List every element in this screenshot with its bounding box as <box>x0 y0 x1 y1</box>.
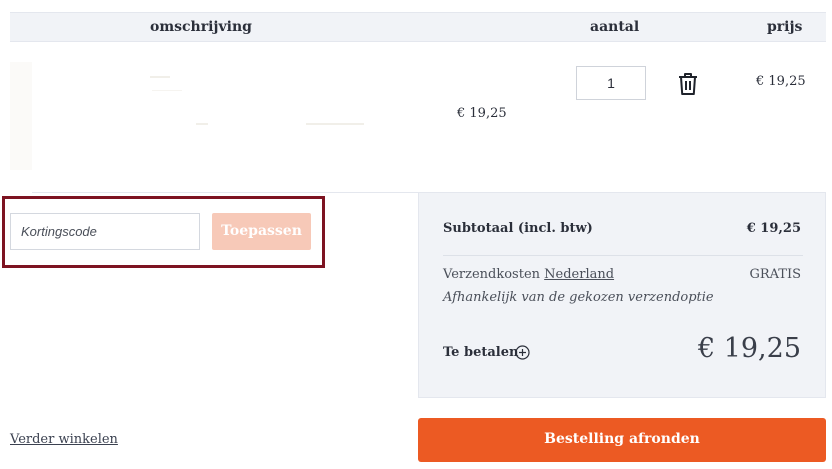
column-header-description: omschrijving <box>150 19 252 35</box>
shipping-value: GRATIS <box>749 267 801 282</box>
shipping-label-text: Verzendkosten <box>443 267 541 282</box>
quantity-input[interactable]: 1 <box>576 66 646 100</box>
total-value: € 19,25 <box>697 333 801 364</box>
plus-circle-icon[interactable] <box>515 345 530 360</box>
shipping-country-link[interactable]: Nederland <box>544 267 614 282</box>
continue-shopping-link[interactable]: Verder winkelen <box>10 432 118 447</box>
product-divider-faded <box>152 90 182 91</box>
trash-icon[interactable] <box>677 72 699 96</box>
shipping-label: Verzendkosten Nederland <box>443 267 614 282</box>
apply-discount-button[interactable]: Toepassen <box>212 213 311 250</box>
summary-divider <box>443 255 803 256</box>
product-variant-faded <box>306 123 364 125</box>
product-detail-faded <box>196 123 208 125</box>
shipping-note: Afhankelijk van de gekozen verzendoptie <box>443 290 714 305</box>
column-header-quantity: aantal <box>590 19 640 35</box>
subtotal-label: Subtotaal (incl. btw) <box>443 221 593 236</box>
product-image[interactable] <box>10 62 32 170</box>
discount-code-input[interactable]: Kortingscode <box>10 213 200 250</box>
line-price: € 19,25 <box>756 74 806 89</box>
order-summary: Subtotaal (incl. btw) € 19,25 Verzendkos… <box>418 192 826 398</box>
cart-table-header: omschrijving aantal prijs <box>10 12 826 42</box>
total-label: Te betalen <box>443 345 519 360</box>
subtotal-value: € 19,25 <box>746 221 801 236</box>
product-title-faded <box>150 76 170 78</box>
unit-price: € 19,25 <box>457 106 507 121</box>
column-header-price: prijs <box>767 19 803 35</box>
checkout-button[interactable]: Bestelling afronden <box>418 418 826 462</box>
